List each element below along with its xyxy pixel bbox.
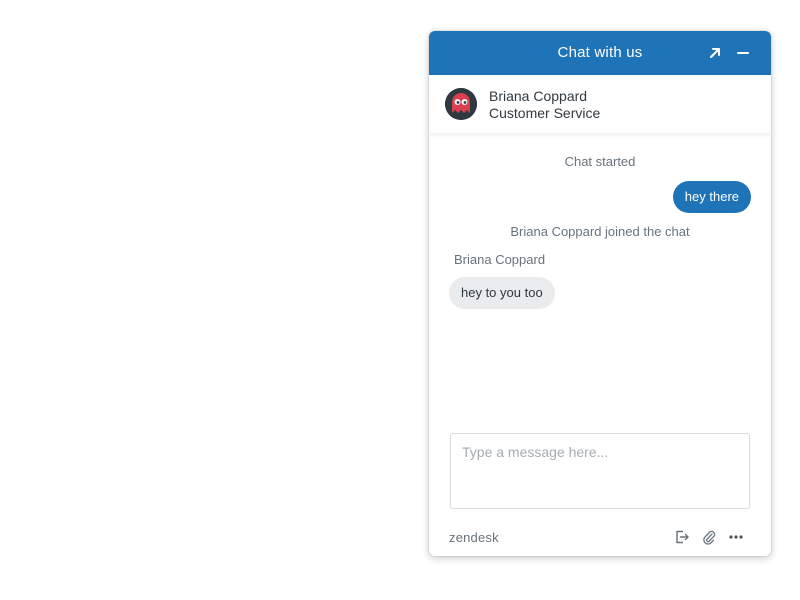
chat-footer: zendesk (429, 521, 771, 553)
ellipsis-icon (729, 535, 743, 539)
minus-icon (737, 52, 749, 54)
arrow-up-right-icon (710, 48, 720, 58)
popout-button[interactable] (704, 42, 726, 64)
attach-file-button[interactable] (699, 527, 719, 547)
chat-log[interactable]: Chat started hey there Briana Coppard jo… (429, 133, 771, 423)
more-options-button[interactable] (726, 527, 746, 547)
message-input[interactable] (450, 433, 750, 509)
avatar (445, 88, 477, 120)
system-message-agent-joined: Briana Coppard joined the chat (510, 224, 690, 239)
exit-door-icon (676, 530, 689, 544)
zendesk-logo[interactable]: zendesk (449, 530, 499, 545)
agent-message-bubble: hey to you too (449, 277, 555, 309)
system-message-chat-started: Chat started (564, 154, 636, 169)
agent-message-label: Briana Coppard (454, 252, 546, 267)
agent-name: Briana Coppard (489, 88, 588, 104)
visitor-message-bubble: hey there (672, 181, 751, 213)
minimize-button[interactable] (732, 42, 754, 64)
chat-header: Chat with us (429, 31, 771, 75)
agent-bar: Briana Coppard Customer Service (429, 75, 771, 133)
agent-role: Customer Service (489, 105, 601, 121)
ghost-avatar-icon (445, 88, 477, 120)
paperclip-icon (703, 530, 716, 545)
chat-widget: Chat with us Briana Coppard Customer Ser… (429, 31, 771, 556)
end-chat-button[interactable] (672, 527, 692, 547)
